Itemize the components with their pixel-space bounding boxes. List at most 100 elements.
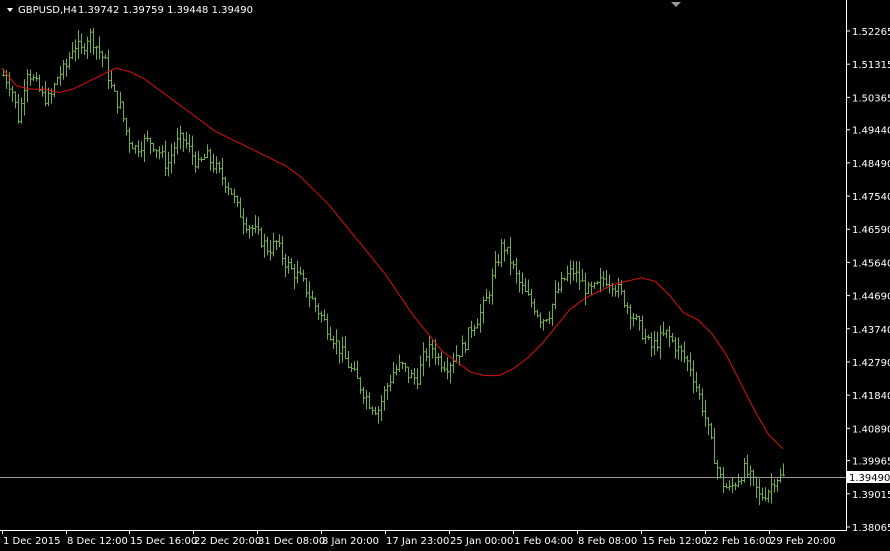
ohlc-bar (563, 277, 566, 281)
ohlc-bar (653, 331, 656, 356)
x-tick-label: 22 Feb 16:00 (706, 536, 772, 547)
ohlc-bar (677, 337, 680, 360)
ohlc-bar (218, 161, 221, 173)
ohlc-bar (656, 331, 659, 351)
chart-shift-marker-icon[interactable] (671, 2, 681, 7)
ohlc-bar (443, 361, 446, 373)
ohlc-bar (290, 257, 293, 270)
y-tick-label: 1.38065 (852, 523, 890, 534)
ohlc-bar (608, 274, 611, 294)
ohlc-bar (56, 76, 59, 85)
ohlc-bar (584, 273, 587, 306)
x-tick-label: 22 Dec 20:00 (194, 536, 261, 547)
ohlc-bar (374, 406, 377, 416)
ohlc-bar (593, 282, 596, 290)
ohlc-bar (341, 336, 344, 363)
ohlc-bar (197, 151, 200, 169)
ohlc-bar (389, 374, 392, 392)
x-tick-label: 8 Jan 20:00 (322, 536, 379, 547)
ohlc-bar (437, 352, 440, 366)
ohlc-bar (392, 362, 395, 384)
ohlc-bar (62, 60, 65, 80)
ohlc-bar (173, 141, 176, 164)
ohlc-bar (146, 130, 149, 142)
ohlc-bar (134, 144, 137, 154)
ohlc-bar (464, 341, 467, 354)
ohlc-bar (164, 140, 167, 177)
x-axis-ticks: 1 Dec 2015 8 Dec 12:00 15 Dec 16:0022 Dec … (2, 530, 836, 547)
ohlc-bar (452, 352, 455, 374)
ohlc-bar (509, 237, 512, 275)
ohlc-bar (746, 454, 749, 478)
ohlc-bar (326, 313, 329, 340)
ohlc-bar (635, 313, 638, 321)
ohlc-bar (617, 277, 620, 298)
ohlc-bar (368, 392, 371, 410)
ohlc-bar (521, 272, 524, 295)
ohlc-bar (209, 148, 212, 171)
ohlc-bar (233, 188, 236, 204)
ohlc-bar (311, 290, 314, 300)
ohlc-bar (383, 386, 386, 411)
ohlc-bar (560, 272, 563, 293)
ohlc-bar (35, 72, 38, 82)
ohlc-bar (557, 281, 560, 294)
ohlc-bar (44, 81, 47, 107)
ohlc-bar (140, 141, 143, 158)
ohlc-bar (548, 311, 551, 324)
ohlc-bar (350, 362, 353, 373)
ohlc-bar (14, 91, 17, 109)
ohlc-bar (530, 289, 533, 308)
ohlc-bar (758, 478, 761, 506)
ohlc-bar (227, 182, 230, 196)
ohlc-bar (116, 90, 119, 114)
ohlc-bar (671, 333, 674, 343)
ohlc-bar (74, 39, 77, 62)
ohlc-bar (776, 478, 779, 492)
ohlc-bar (395, 364, 398, 376)
ohlc-bar (749, 465, 752, 487)
y-axis-ticks: 1.52265 1.51315 1.50365 1.49440 1.48490 1.475… (846, 27, 890, 534)
ohlc-bar (23, 79, 26, 116)
ohlc-bar (485, 289, 488, 302)
ohlc-bar (695, 371, 698, 393)
triangle-down-icon[interactable] (7, 8, 13, 12)
ohlc-bar (113, 83, 116, 92)
ohlc-bar (713, 428, 716, 464)
ohlc-bar (398, 354, 401, 372)
ohlc-bar (494, 251, 497, 279)
ohlc-bar (500, 238, 503, 268)
ohlc-bar (743, 458, 746, 483)
x-tick-label: 1 Dec 2015 (3, 536, 61, 547)
ohlc-bar (278, 234, 281, 248)
y-tick-label: 1.42790 (852, 358, 890, 369)
ohlc-bar (257, 216, 260, 235)
ohlc-bar (449, 362, 452, 384)
ohlc-bar (632, 313, 635, 327)
ohlc-bar (488, 291, 491, 304)
ohlc-bar (551, 303, 554, 326)
ohlc-bar (359, 376, 362, 394)
ohlc-bar (755, 476, 758, 499)
price-chart[interactable]: 1.52265 1.51315 1.50365 1.49440 1.48490 1.475… (0, 0, 890, 547)
ohlc-bar (182, 132, 185, 152)
ohlc-bar (692, 360, 695, 394)
ohlc-bar (545, 319, 548, 323)
ohlc-bar (65, 58, 68, 77)
ohlc-bar (110, 69, 113, 89)
chart-window[interactable]: 1.52265 1.51315 1.50365 1.49440 1.48490 1.475… (0, 0, 890, 547)
y-tick-label: 1.46590 (852, 225, 890, 236)
ohlc-bar (362, 386, 365, 404)
ohlc-bar (629, 304, 632, 330)
ohlc-bar (599, 267, 602, 293)
ohlc-bar (773, 479, 776, 493)
ohlc-bar (650, 332, 653, 357)
ohlc-bar (83, 43, 86, 56)
ohlc-bar (602, 271, 605, 288)
ohlc-bar (512, 260, 515, 269)
ohlc-bar (281, 236, 284, 266)
ohlc-bar (407, 366, 410, 384)
symbol-timeframe: GBPUSD,H4 (18, 5, 77, 16)
ohlc-bar (680, 345, 683, 362)
ohlc-bar (731, 477, 734, 493)
